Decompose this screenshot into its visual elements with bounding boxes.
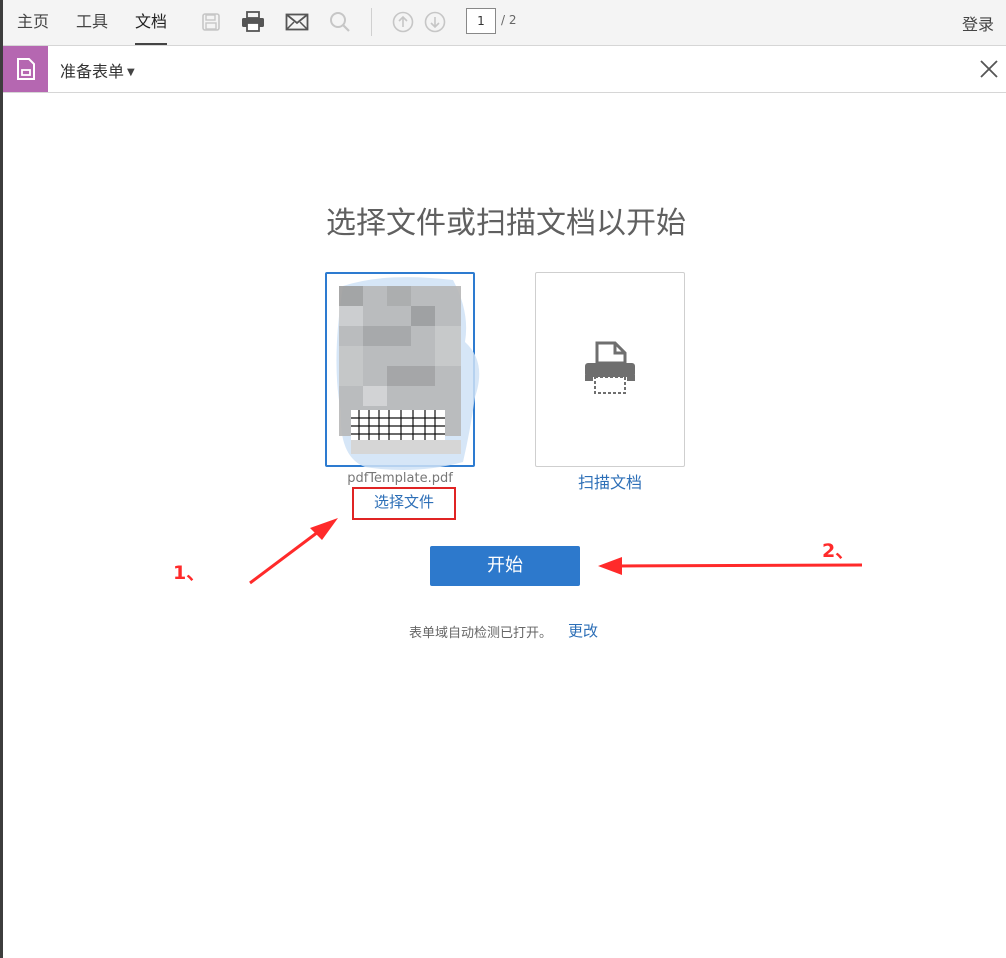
email-icon[interactable] — [284, 10, 310, 34]
top-menu-bar: 主页 工具 文档 1 / 2 登录 — [3, 0, 1006, 46]
page-total: / 2 — [501, 13, 517, 27]
print-icon[interactable] — [240, 10, 266, 34]
tab-tools[interactable]: 工具 — [76, 11, 108, 33]
tool-name-label: 准备表单 — [60, 62, 125, 81]
file-name: pdfTemplate.pdf — [347, 471, 453, 486]
toolbar-separator — [371, 8, 372, 36]
page-down-icon[interactable] — [422, 10, 448, 34]
annotation-step-2: 2、 — [822, 540, 855, 562]
start-button[interactable]: 开始 — [430, 546, 580, 586]
page-up-icon[interactable] — [390, 10, 416, 34]
tab-document[interactable]: 文档 — [135, 11, 168, 45]
scan-document-card[interactable] — [535, 272, 685, 467]
close-icon[interactable] — [978, 58, 1000, 80]
tool-bar: 准备表单 ▼ — [3, 46, 1006, 93]
file-thumbnail-image — [336, 277, 480, 471]
form-document-icon — [3, 46, 48, 92]
page-title: 选择文件或扫描文档以开始 — [326, 206, 686, 241]
tool-name-dropdown[interactable]: 准备表单 ▼ — [60, 58, 135, 82]
login-link[interactable]: 登录 — [962, 11, 994, 35]
scan-document-link[interactable]: 扫描文档 — [535, 469, 685, 493]
page-number-input[interactable]: 1 — [466, 8, 496, 34]
change-link[interactable]: 更改 — [568, 620, 598, 641]
search-icon[interactable] — [327, 10, 353, 34]
annotation-arrows — [249, 518, 863, 585]
choose-file-link[interactable]: 选择文件 — [352, 487, 456, 520]
annotation-step-1: 1、 — [173, 562, 206, 584]
save-icon[interactable] — [198, 10, 224, 34]
auto-detect-status: 表单域自动检测已打开。 — [409, 626, 553, 641]
chevron-down-icon: ▼ — [127, 67, 135, 78]
annotation-arrow-1 — [249, 518, 338, 585]
scanner-icon — [581, 339, 639, 401]
file-thumbnail-card[interactable] — [325, 272, 480, 471]
tab-home[interactable]: 主页 — [17, 11, 49, 33]
window-left-edge — [0, 0, 3, 958]
